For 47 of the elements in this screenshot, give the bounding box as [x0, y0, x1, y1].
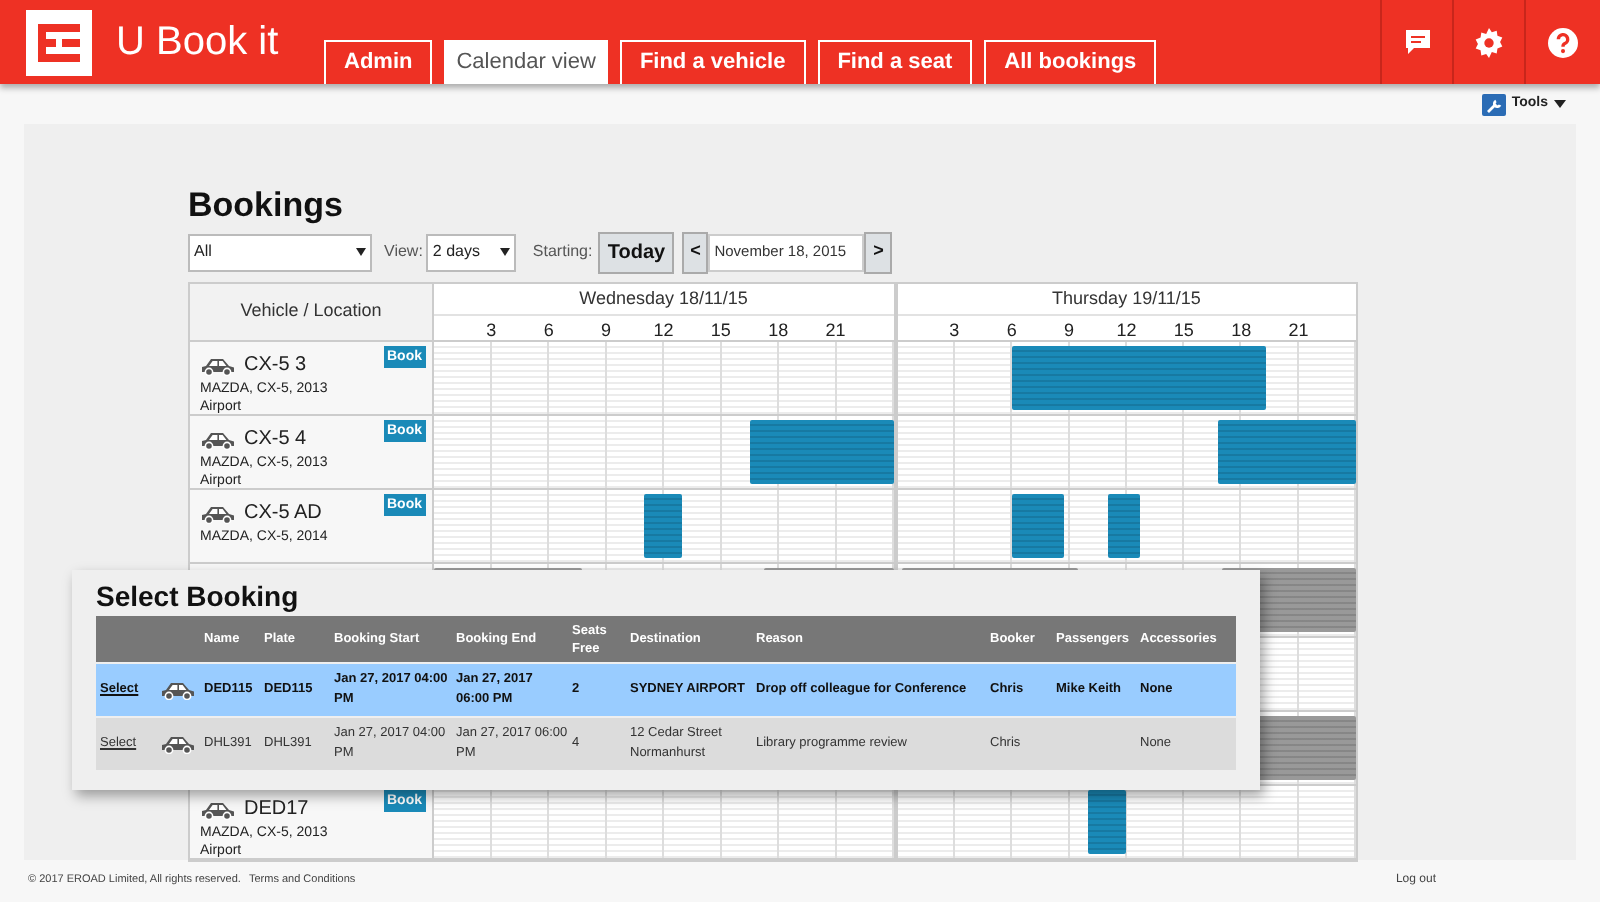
vehicle-name: CX-5 4 [244, 426, 307, 454]
car-icon [160, 734, 196, 754]
car-icon [200, 429, 236, 449]
hour-label: 15 [1173, 318, 1194, 344]
hour-label: 18 [768, 318, 789, 344]
hour-label: 21 [1288, 318, 1309, 344]
hour-label: 9 [601, 318, 612, 344]
hour-label: 18 [1231, 318, 1252, 344]
hour-label: 9 [1064, 318, 1075, 344]
day-label: Wednesday 18/11/15 [579, 285, 748, 312]
hour-label: 21 [825, 318, 846, 344]
hour-label: 15 [710, 318, 731, 344]
nav-tab[interactable]: Calendar view [444, 40, 608, 84]
dropdown-caret-icon [500, 248, 511, 256]
logo-icon [25, 9, 91, 75]
app-title: U Book it [116, 18, 281, 68]
hour-label: 6 [1006, 318, 1017, 344]
hour-label: 12 [1116, 318, 1137, 344]
nav-tab[interactable]: All bookings [984, 40, 1157, 84]
page-heading: Bookings [188, 186, 345, 226]
car-icon [200, 799, 236, 819]
today-button[interactable]: Today [598, 231, 675, 273]
hour-label: 3 [486, 318, 497, 344]
dialog-title: Select Booking [96, 580, 301, 614]
column-header: Vehicle / Location [240, 298, 382, 325]
nav-tab[interactable]: Admin [324, 40, 433, 84]
day-label: Thursday 19/11/15 [1052, 285, 1201, 312]
vehicle-name: DED17 [244, 796, 309, 824]
car-icon [200, 355, 236, 375]
next-button[interactable]: > [864, 231, 893, 273]
vehicle-name: CX-5 AD [244, 500, 322, 528]
group-select[interactable]: All [188, 233, 372, 271]
hour-label: 3 [949, 318, 960, 344]
wrench-icon [1481, 93, 1506, 115]
caret-icon [1554, 100, 1566, 108]
dropdown-caret-icon [356, 248, 366, 256]
view-select[interactable]: 2 days [426, 233, 517, 271]
hour-label: 12 [653, 318, 674, 344]
vehicle-name: CX-5 3 [244, 352, 307, 380]
view-label: View: [384, 240, 423, 264]
previous-button[interactable]: < [682, 231, 709, 273]
nav-tab[interactable]: Find a vehicle [619, 40, 806, 84]
car-icon [160, 680, 196, 700]
starting-label: Starting: [532, 240, 593, 264]
nav-tab[interactable]: Find a seat [817, 40, 973, 84]
car-icon [200, 503, 236, 523]
hour-label: 6 [543, 318, 554, 344]
